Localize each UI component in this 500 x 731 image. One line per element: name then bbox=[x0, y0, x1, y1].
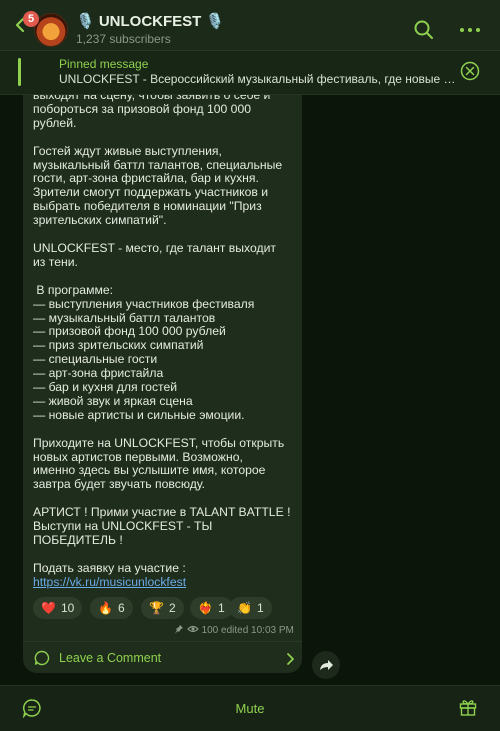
pinned-message-bar[interactable]: Pinned message UNLOCKFEST - Всероссийски… bbox=[0, 51, 500, 95]
edited-time: edited 10:03 PM bbox=[221, 625, 294, 636]
heart-icon: ❤️ bbox=[41, 601, 56, 615]
share-arrow-icon bbox=[320, 660, 333, 670]
message-text: выходят на сцену, чтобы заявить о себе и… bbox=[33, 95, 295, 590]
pin-icon bbox=[175, 625, 183, 634]
comment-bubble-icon bbox=[34, 650, 50, 666]
reaction-fire[interactable]: 🔥 6 bbox=[90, 597, 133, 619]
pinned-text: UNLOCKFEST - Всероссийский музыкальный ф… bbox=[59, 72, 459, 86]
reaction-heart-on-fire[interactable]: ❤️‍🔥 1 bbox=[190, 597, 233, 619]
mute-button[interactable]: Mute bbox=[0, 701, 500, 716]
trophy-icon: 🏆 bbox=[149, 601, 164, 615]
unread-badge: 5 bbox=[23, 11, 39, 27]
channel-header: 5 🎙️ UNLOCKFEST 🎙️ 1,237 subscribers bbox=[0, 0, 500, 51]
gift-icon[interactable] bbox=[458, 697, 478, 717]
clapping-hands-icon: 👏 bbox=[237, 601, 252, 615]
search-icon[interactable] bbox=[412, 18, 436, 42]
channel-avatar[interactable] bbox=[34, 13, 68, 47]
views-eye-icon bbox=[186, 625, 199, 633]
subscriber-count: 1,237 subscribers bbox=[76, 32, 171, 46]
reaction-count: 1 bbox=[217, 601, 225, 615]
message-list[interactable]: выходят на сцену, чтобы заявить о себе и… bbox=[0, 95, 500, 685]
reaction-count: 6 bbox=[117, 601, 125, 615]
chevron-right-icon bbox=[287, 653, 294, 665]
application-link[interactable]: https://vk.ru/musicunlockfest bbox=[33, 575, 186, 589]
reaction-count: 2 bbox=[168, 601, 176, 615]
more-dots-icon[interactable] bbox=[458, 22, 482, 38]
leave-comment-label: Leave a Comment bbox=[59, 651, 162, 665]
reaction-heart[interactable]: ❤️ 10 bbox=[33, 597, 83, 619]
share-button[interactable] bbox=[312, 651, 340, 679]
message-body: выходят на сцену, чтобы заявить о себе и… bbox=[33, 95, 291, 575]
pinned-indicator bbox=[18, 58, 21, 86]
pinned-title: Pinned message bbox=[59, 57, 149, 71]
leave-comment-button[interactable]: Leave a Comment bbox=[23, 642, 302, 676]
reaction-clap[interactable]: 👏 1 bbox=[229, 597, 272, 619]
heart-on-fire-icon: ❤️‍🔥 bbox=[198, 601, 213, 615]
fire-icon: 🔥 bbox=[98, 601, 113, 615]
reaction-count: 10 bbox=[60, 601, 75, 615]
bottom-bar: Mute bbox=[0, 685, 500, 731]
close-pinned-icon[interactable] bbox=[460, 61, 480, 81]
channel-title[interactable]: 🎙️ UNLOCKFEST 🎙️ bbox=[76, 12, 224, 30]
reaction-trophy[interactable]: 🏆 2 bbox=[141, 597, 184, 619]
message-meta: 100 edited 10:03 PM bbox=[174, 624, 294, 636]
reaction-count: 1 bbox=[256, 601, 264, 615]
view-count: 100 bbox=[201, 625, 219, 636]
